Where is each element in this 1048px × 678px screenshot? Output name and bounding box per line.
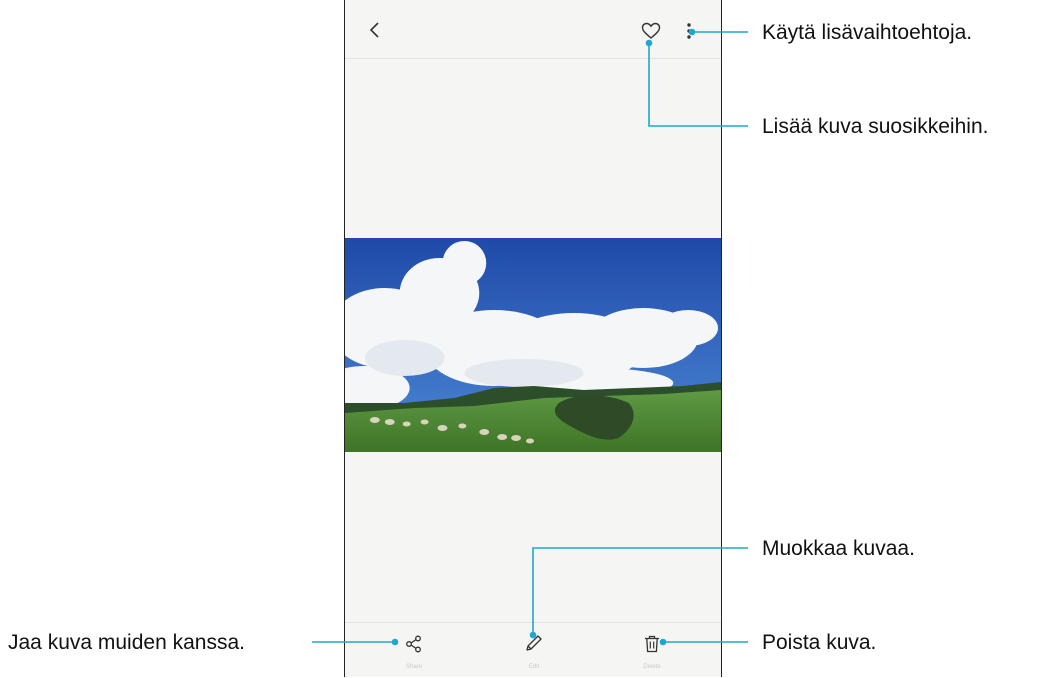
callout-add-favorites: Lisää kuva suosikkeihin. — [762, 115, 989, 138]
callout-share-image: Jaa kuva muiden kanssa. — [8, 631, 245, 654]
bottom-action-bar: Share Edit Delete — [345, 622, 721, 678]
trash-icon — [645, 635, 659, 653]
share-icon — [406, 635, 421, 653]
delete-button[interactable] — [641, 633, 663, 655]
share-label: Share — [405, 664, 423, 670]
back-button[interactable] — [363, 18, 387, 42]
chevron-left-icon — [369, 22, 379, 38]
heart-outline-icon — [641, 22, 661, 39]
landscape-photo[interactable] — [345, 238, 721, 452]
more-vertical-icon — [687, 23, 691, 39]
callout-more-options: Käytä lisävaihtoehtoja. — [762, 21, 973, 44]
favorite-button[interactable] — [639, 20, 663, 42]
share-button[interactable] — [403, 633, 425, 655]
callout-edit-image: Muokkaa kuvaa. — [762, 537, 915, 560]
edit-button[interactable] — [523, 632, 545, 654]
more-options-button[interactable] — [681, 20, 697, 42]
delete-label: Delete — [643, 664, 661, 670]
top-app-bar — [345, 0, 721, 59]
callout-delete-image: Poista kuva. — [762, 631, 877, 654]
pencil-icon — [526, 635, 542, 651]
edit-label: Edit — [528, 664, 540, 670]
phone-screen: Share Edit Delete — [344, 0, 722, 677]
